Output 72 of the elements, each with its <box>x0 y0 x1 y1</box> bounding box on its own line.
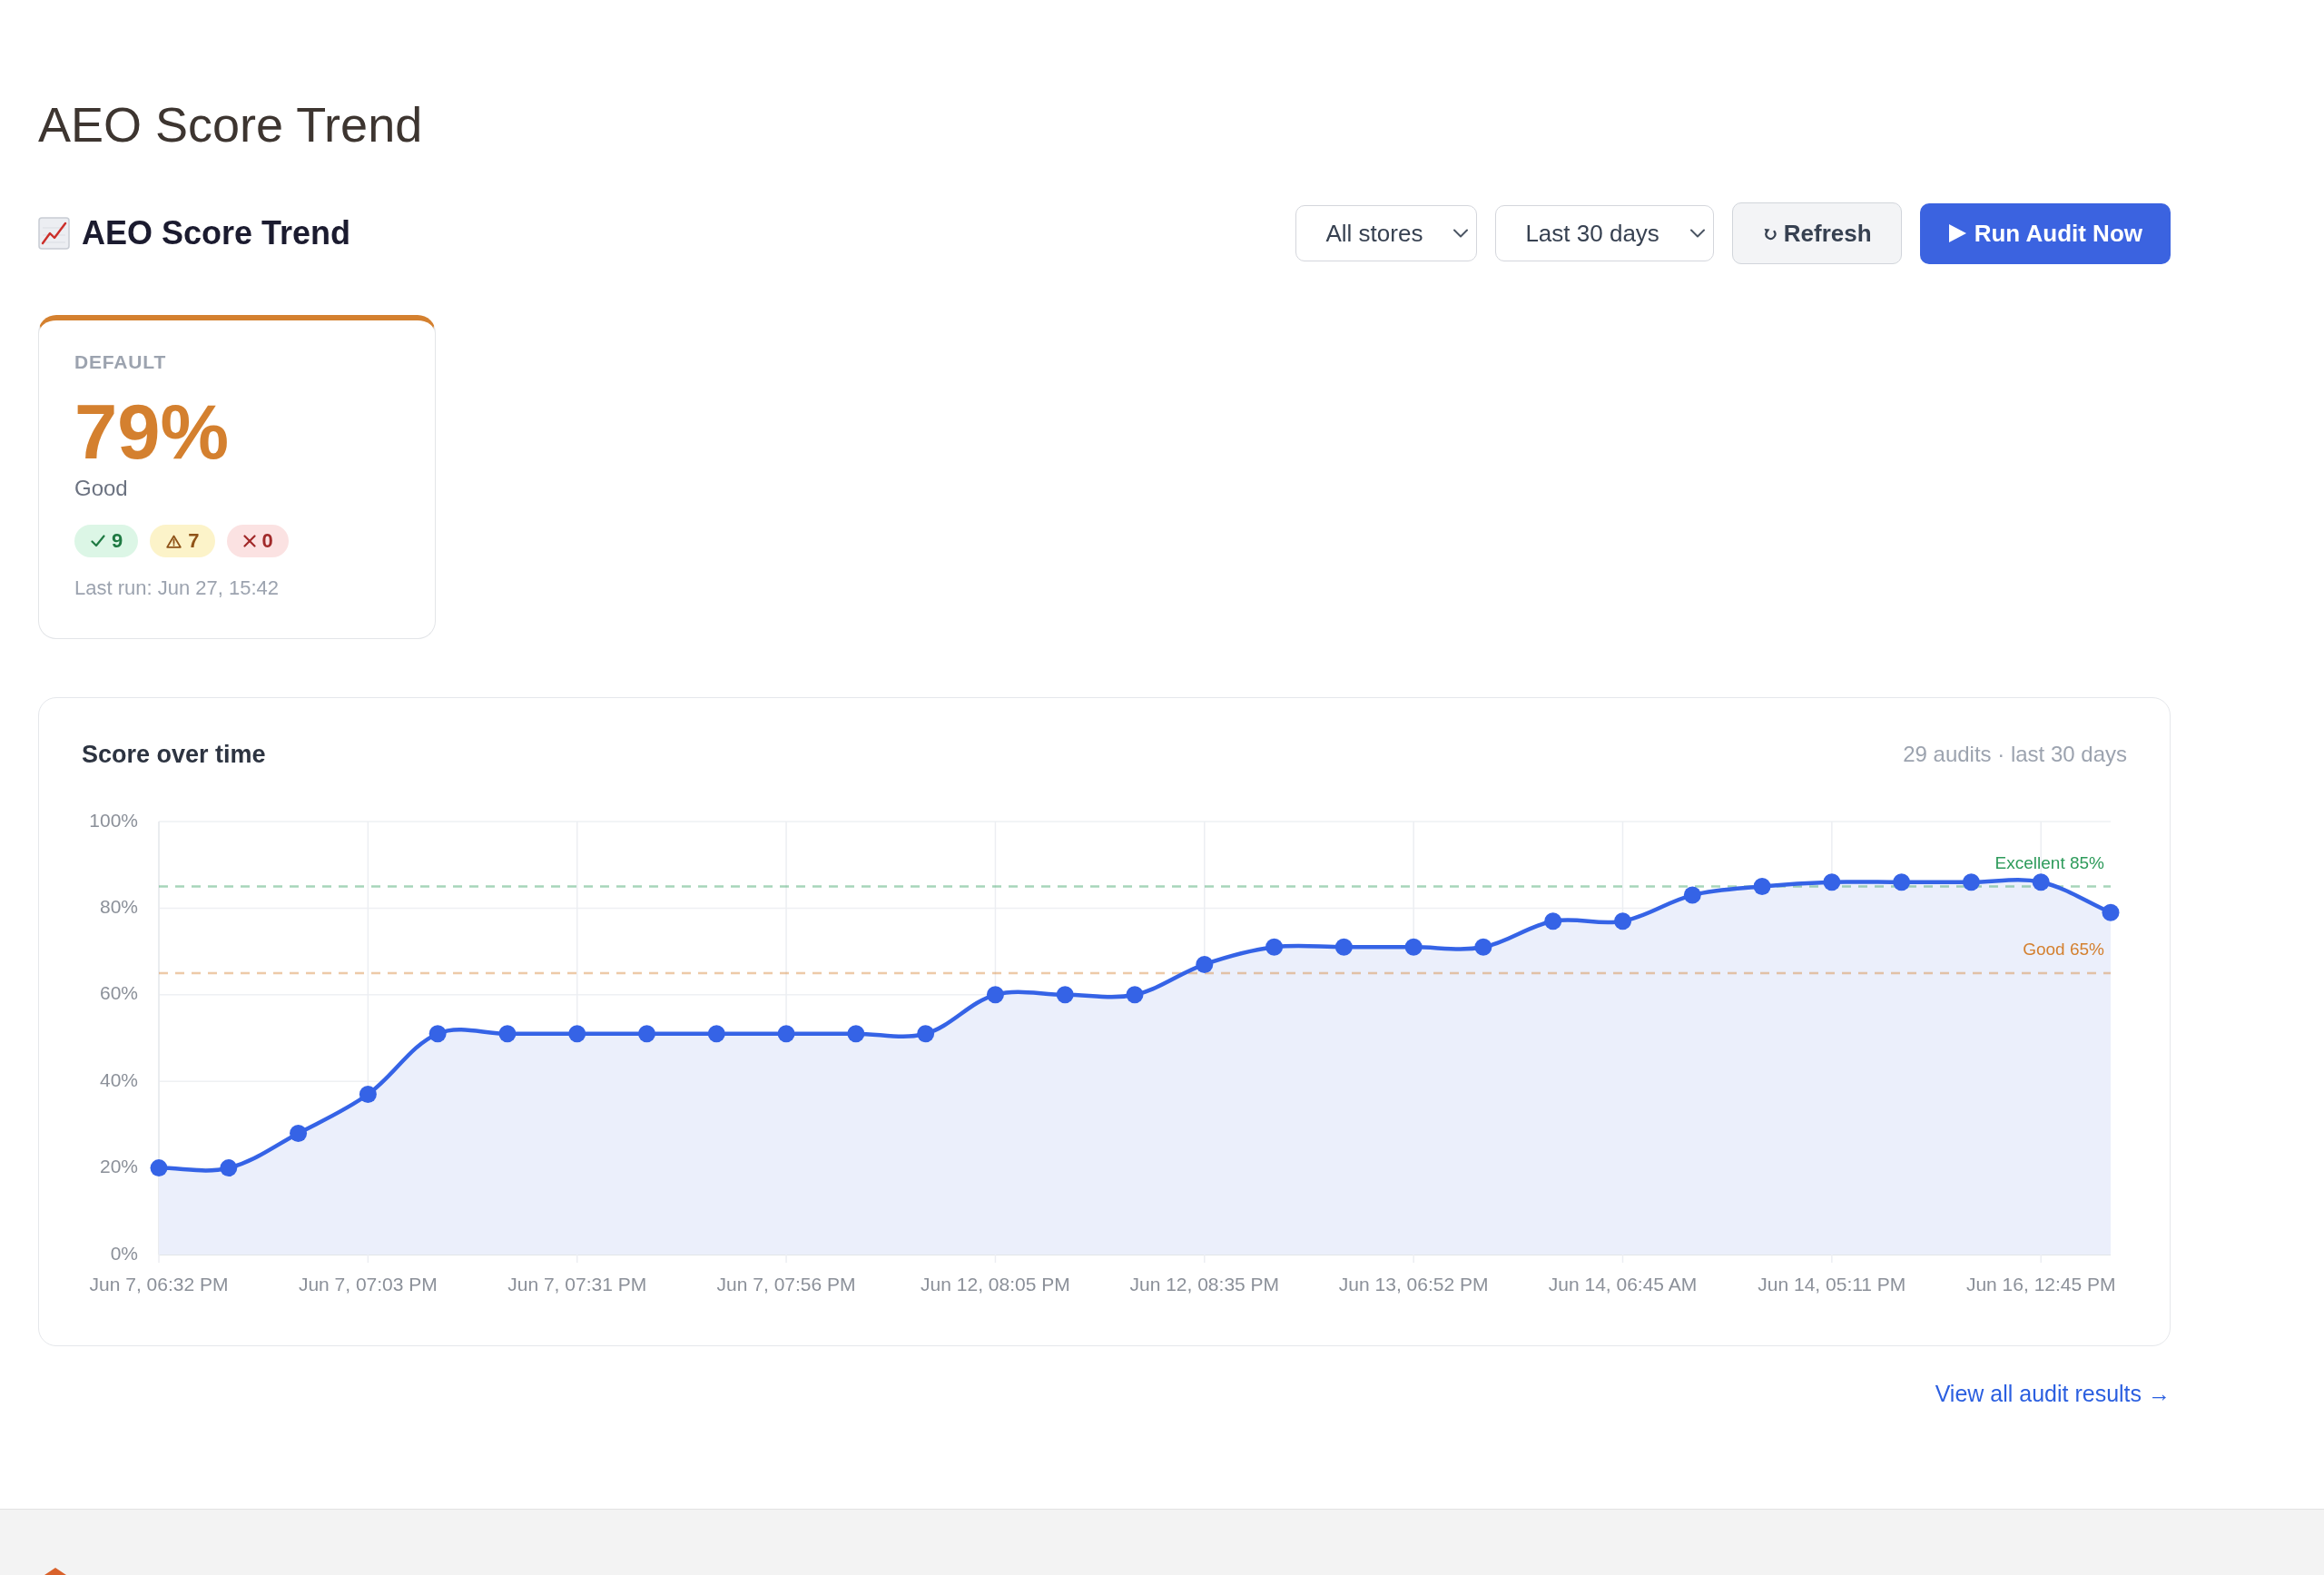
data-point <box>1196 955 1214 973</box>
data-point <box>707 1025 725 1043</box>
x-axis-label: Jun 7, 07:31 PM <box>507 1273 647 1294</box>
refresh-icon <box>1763 226 1777 241</box>
x-axis-label: Jun 7, 06:32 PM <box>89 1273 229 1294</box>
data-point <box>1334 938 1353 956</box>
check-icon <box>91 535 105 547</box>
triangle-icon <box>44 1568 66 1575</box>
data-point <box>1474 938 1492 956</box>
y-axis-label: 60% <box>99 982 138 1004</box>
view-all-link[interactable]: View all audit results → <box>1935 1380 2171 1407</box>
page-title: AEO Score Trend <box>38 96 423 153</box>
section-title: AEO Score Trend <box>82 213 351 253</box>
x-axis-label: Jun 14, 06:45 AM <box>1548 1273 1698 1294</box>
cross-icon <box>242 535 256 547</box>
data-point <box>1614 912 1631 930</box>
last-run-text: Last run: Jun 27, 15:42 <box>74 576 280 601</box>
score-value: 79% <box>74 393 230 470</box>
data-point <box>1823 873 1841 891</box>
data-point <box>1962 873 1980 891</box>
data-point <box>1683 886 1701 904</box>
data-point <box>220 1159 238 1177</box>
data-point <box>2032 873 2050 891</box>
x-axis-label: Jun 14, 05:11 PM <box>1758 1273 1906 1294</box>
data-point <box>290 1124 308 1142</box>
count-value: 0 <box>261 529 273 553</box>
data-point <box>777 1025 795 1043</box>
data-point <box>1753 878 1771 896</box>
count-value: 9 <box>112 529 123 553</box>
chevron-down-icon <box>1453 229 1469 238</box>
x-axis-label: Jun 12, 08:35 PM <box>1129 1273 1280 1294</box>
data-point <box>847 1025 865 1043</box>
y-axis-label: 0% <box>110 1242 138 1264</box>
x-axis-label: Jun 7, 07:56 PM <box>716 1273 856 1294</box>
store-name: DEFAULT <box>74 350 167 374</box>
dropdown[interactable]: All stores <box>1295 205 1478 261</box>
threshold-label: Good 65% <box>2023 939 2104 959</box>
x-axis-label: Jun 12, 08:05 PM <box>921 1273 1070 1294</box>
y-axis-label: 40% <box>99 1068 138 1090</box>
data-point <box>917 1025 935 1043</box>
audit-summary: 29 audits · last 30 days <box>1903 741 2127 768</box>
x-axis-label: Jun 13, 06:52 PM <box>1338 1273 1489 1294</box>
data-point <box>2102 903 2120 921</box>
data-point <box>1126 986 1144 1004</box>
data-point <box>638 1025 655 1043</box>
data-point <box>568 1025 586 1043</box>
trend-chart-icon <box>38 217 70 250</box>
x-axis-label: Jun 7, 07:03 PM <box>298 1273 438 1294</box>
x-axis-label: Jun 16, 12:45 PM <box>1965 1273 2116 1294</box>
data-point <box>150 1159 168 1177</box>
dropdown[interactable]: Last 30 days <box>1495 205 1714 261</box>
data-point <box>986 986 1004 1004</box>
warning-icon <box>166 534 182 548</box>
data-point <box>498 1025 517 1043</box>
play-icon <box>1948 224 1966 242</box>
data-point <box>1265 938 1284 956</box>
y-axis-label: 20% <box>99 1156 138 1177</box>
data-point <box>1404 938 1423 956</box>
refresh-button[interactable]: Refresh <box>1731 202 1902 264</box>
chart-title: Score over time <box>82 740 266 769</box>
count-value: 7 <box>188 529 200 553</box>
data-point <box>1893 873 1911 891</box>
rating-label: Good <box>74 475 128 502</box>
y-axis-label: 80% <box>99 895 138 917</box>
y-axis-label: 100% <box>89 809 138 831</box>
data-point <box>1544 912 1562 930</box>
threshold-label: Excellent 85% <box>1994 852 2104 872</box>
data-point <box>359 1086 377 1103</box>
chevron-down-icon <box>1689 229 1705 238</box>
run-audit-button[interactable]: Run Audit Now <box>1919 202 2171 264</box>
data-point <box>1056 986 1074 1004</box>
data-point <box>428 1025 447 1043</box>
